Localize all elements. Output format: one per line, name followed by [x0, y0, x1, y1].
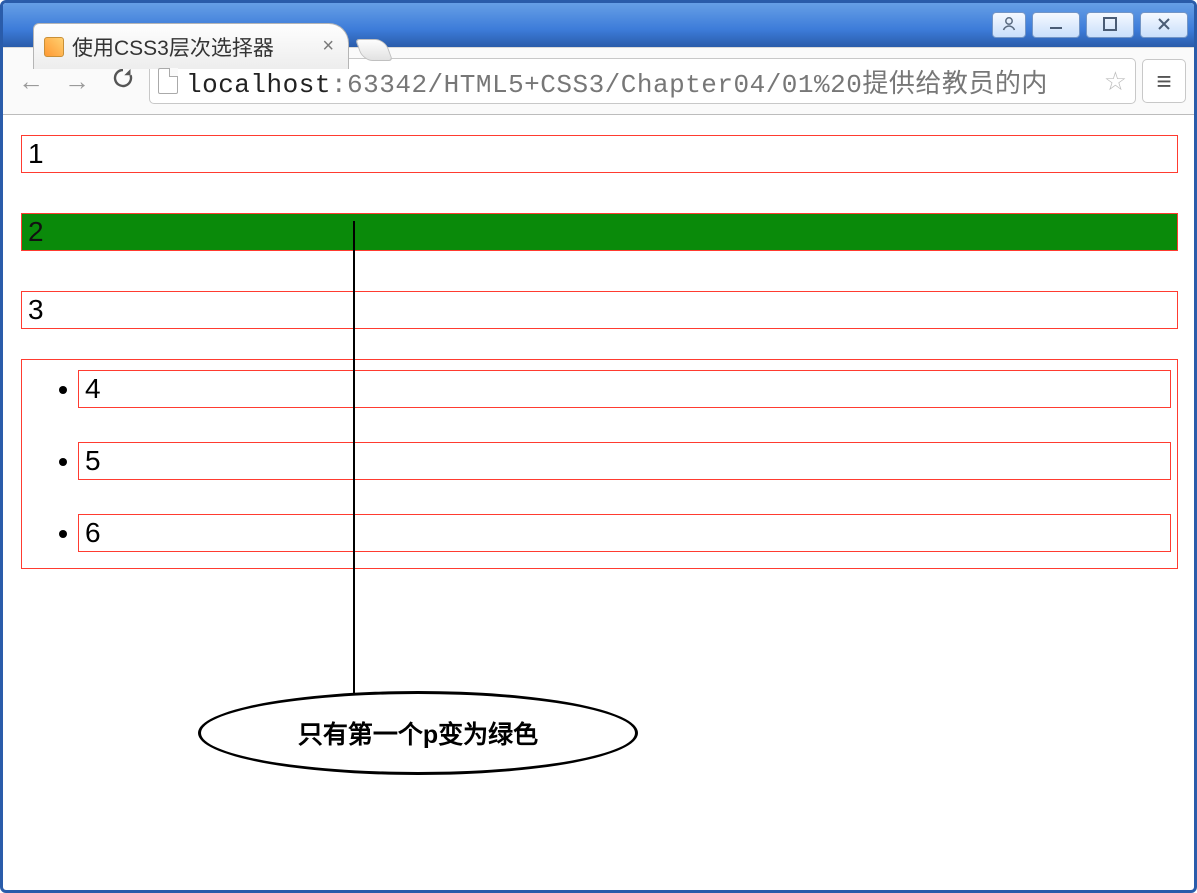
maximize-icon: [1102, 16, 1118, 35]
star-icon: ☆: [1104, 66, 1127, 96]
close-icon: [1156, 16, 1172, 35]
reload-icon: [111, 66, 135, 97]
browser-tab-active[interactable]: 使用CSS3层次选择器 ×: [33, 23, 349, 69]
annotation-text: 只有第一个p变为绿色: [298, 715, 538, 751]
item-1: 1: [21, 135, 1178, 173]
list-item-inner: 6: [78, 514, 1171, 552]
list-item: 6: [82, 514, 1171, 552]
close-window-button[interactable]: [1140, 12, 1188, 38]
page-viewport: 1 2 3 4 5 6 只有第一个p变为绿色: [3, 115, 1194, 892]
page-icon: [158, 68, 178, 94]
annotation-line: [353, 221, 355, 722]
list-item-inner: 4: [78, 370, 1171, 408]
tab-strip: 使用CSS3层次选择器 ×: [33, 23, 389, 69]
tab-title: 使用CSS3层次选择器: [72, 32, 310, 62]
list-item: 4: [82, 370, 1171, 408]
list-container: 4 5 6: [21, 359, 1178, 569]
item-2-highlighted: 2: [21, 213, 1178, 251]
list-item: 5: [82, 442, 1171, 480]
bookmark-star-button[interactable]: ☆: [1104, 66, 1127, 97]
tab-close-button[interactable]: ×: [318, 35, 338, 58]
arrow-left-icon: ←: [18, 66, 44, 97]
new-tab-button[interactable]: [355, 39, 393, 61]
arrow-right-icon: →: [64, 66, 90, 97]
minimize-icon: [1048, 16, 1064, 35]
hamburger-icon: ≡: [1156, 66, 1171, 97]
maximize-button[interactable]: [1086, 12, 1134, 38]
bullet-list: 4 5 6: [28, 370, 1171, 552]
item-3: 3: [21, 291, 1178, 329]
list-item-inner: 5: [78, 442, 1171, 480]
browser-window: 使用CSS3层次选择器 × ← → localhost:63342/HTML5+…: [0, 0, 1197, 893]
user-switch-button[interactable]: [992, 12, 1026, 38]
annotation-callout: 只有第一个p变为绿色: [198, 691, 638, 775]
url-path: :63342/HTML5+CSS3/Chapter04/01%20提供给教员的内: [331, 70, 1048, 100]
url-host: localhost: [186, 70, 331, 100]
user-icon: [1001, 16, 1017, 35]
favicon-icon: [44, 37, 64, 57]
minimize-button[interactable]: [1032, 12, 1080, 38]
main-menu-button[interactable]: ≡: [1142, 59, 1186, 103]
